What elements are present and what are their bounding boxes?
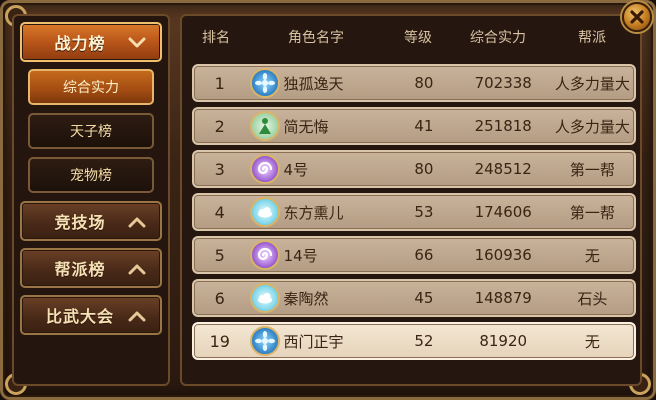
category-martial-tournament[interactable]: 比武大会 xyxy=(20,295,162,335)
row-level: 53 xyxy=(414,203,434,221)
row-power: 251818 xyxy=(474,117,532,135)
subitem-pet-ranking[interactable]: 宠物榜 xyxy=(28,157,154,193)
cyan-cloud-icon xyxy=(249,283,280,313)
table-row-self[interactable]: 19 西门正宇 52 81920 无 xyxy=(192,322,636,360)
category-label: 竞技场 xyxy=(54,213,106,232)
row-name-cell: 东方熏儿 xyxy=(246,197,393,227)
table-row[interactable]: 3 4号 80 248512 第一帮 xyxy=(192,150,636,188)
row-name: 独孤逸天 xyxy=(283,74,344,93)
subitem-label: 综合实力 xyxy=(63,80,119,96)
chevron-up-icon xyxy=(128,311,146,322)
row-guild: 人多力量大 xyxy=(554,74,630,93)
row-name-cell: 独孤逸天 xyxy=(246,68,393,98)
row-rank: 3 xyxy=(214,159,225,179)
row-power: 702338 xyxy=(474,74,532,92)
header-rank: 排名 xyxy=(202,30,230,46)
row-name: 14号 xyxy=(283,246,318,265)
row-rank: 2 xyxy=(214,116,225,136)
row-name: 4号 xyxy=(283,160,309,179)
blue-flower-icon xyxy=(249,68,280,98)
row-name-cell: 西门正宇 xyxy=(246,326,393,356)
green-figure-icon xyxy=(249,111,280,141)
row-level: 80 xyxy=(414,74,434,92)
row-power: 81920 xyxy=(479,332,528,350)
purple-swirl-icon xyxy=(249,154,280,184)
row-power: 174606 xyxy=(474,203,532,221)
chevron-up-icon xyxy=(128,264,146,275)
chevron-up-icon xyxy=(128,217,146,228)
purple-swirl-icon xyxy=(249,240,280,270)
header-name: 角色名字 xyxy=(288,30,344,46)
header-guild: 帮派 xyxy=(578,30,606,46)
table-row[interactable]: 1 独孤逸天 80 702338 人多力量大 xyxy=(192,64,636,102)
row-guild: 第一帮 xyxy=(569,203,615,222)
ranking-list: 1 独孤逸天 80 702338 人多力量大 2 简无悔 41 251818 人… xyxy=(192,64,636,365)
row-level: 41 xyxy=(414,117,434,135)
row-name: 简无悔 xyxy=(283,117,329,136)
category-power-ranking[interactable]: 战力榜 xyxy=(20,22,162,62)
row-rank: 1 xyxy=(214,73,225,93)
blue-flower-icon xyxy=(249,326,280,356)
row-name: 秦陶然 xyxy=(283,289,329,308)
row-name-cell: 简无悔 xyxy=(246,111,393,141)
row-name-cell: 14号 xyxy=(246,240,393,270)
header-level: 等级 xyxy=(404,30,432,46)
row-power: 248512 xyxy=(474,160,532,178)
row-guild: 无 xyxy=(584,246,600,265)
cyan-cloud-icon xyxy=(249,197,280,227)
subitem-overall-power[interactable]: 综合实力 xyxy=(28,69,154,105)
table-row[interactable]: 5 14号 66 160936 无 xyxy=(192,236,636,274)
row-level: 45 xyxy=(414,289,434,307)
subitem-label: 宠物榜 xyxy=(70,168,112,184)
ranking-table-panel: 排名 角色名字 等级 综合实力 帮派 1 独孤逸天 80 702338 人多力量… xyxy=(180,14,642,386)
row-level: 66 xyxy=(414,246,434,264)
close-icon xyxy=(630,10,644,24)
row-guild: 人多力量大 xyxy=(554,117,630,136)
category-arena[interactable]: 竞技场 xyxy=(20,201,162,241)
row-guild: 石头 xyxy=(577,289,608,308)
table-row[interactable]: 2 简无悔 41 251818 人多力量大 xyxy=(192,107,636,145)
row-name-cell: 4号 xyxy=(246,154,393,184)
row-rank: 4 xyxy=(214,202,225,222)
category-label: 战力榜 xyxy=(54,34,106,53)
row-name: 东方熏儿 xyxy=(283,203,344,222)
row-rank: 6 xyxy=(214,288,225,308)
category-label: 比武大会 xyxy=(45,307,114,326)
subitem-label: 天子榜 xyxy=(70,124,112,140)
row-level: 80 xyxy=(414,160,434,178)
row-rank: 19 xyxy=(209,331,230,351)
row-guild: 第一帮 xyxy=(569,160,615,179)
category-label: 帮派榜 xyxy=(54,260,106,279)
row-power: 160936 xyxy=(474,246,532,264)
row-name: 西门正宇 xyxy=(283,332,344,351)
ranking-sidebar: 战力榜 综合实力 天子榜 宠物榜 竞技场 帮派榜 比武大会 xyxy=(12,14,170,386)
row-level: 52 xyxy=(414,332,434,350)
row-power: 148879 xyxy=(474,289,532,307)
header-power: 综合实力 xyxy=(470,30,526,46)
category-guild-ranking[interactable]: 帮派榜 xyxy=(20,248,162,288)
close-button[interactable] xyxy=(622,2,652,32)
row-rank: 5 xyxy=(214,245,225,265)
row-guild: 无 xyxy=(584,332,600,351)
chevron-down-icon xyxy=(128,37,146,48)
table-header: 排名 角色名字 等级 综合实力 帮派 xyxy=(186,18,638,56)
table-row[interactable]: 6 秦陶然 45 148879 石头 xyxy=(192,279,636,317)
table-row[interactable]: 4 东方熏儿 53 174606 第一帮 xyxy=(192,193,636,231)
row-name-cell: 秦陶然 xyxy=(246,283,393,313)
subitem-tianzi-ranking[interactable]: 天子榜 xyxy=(28,113,154,149)
